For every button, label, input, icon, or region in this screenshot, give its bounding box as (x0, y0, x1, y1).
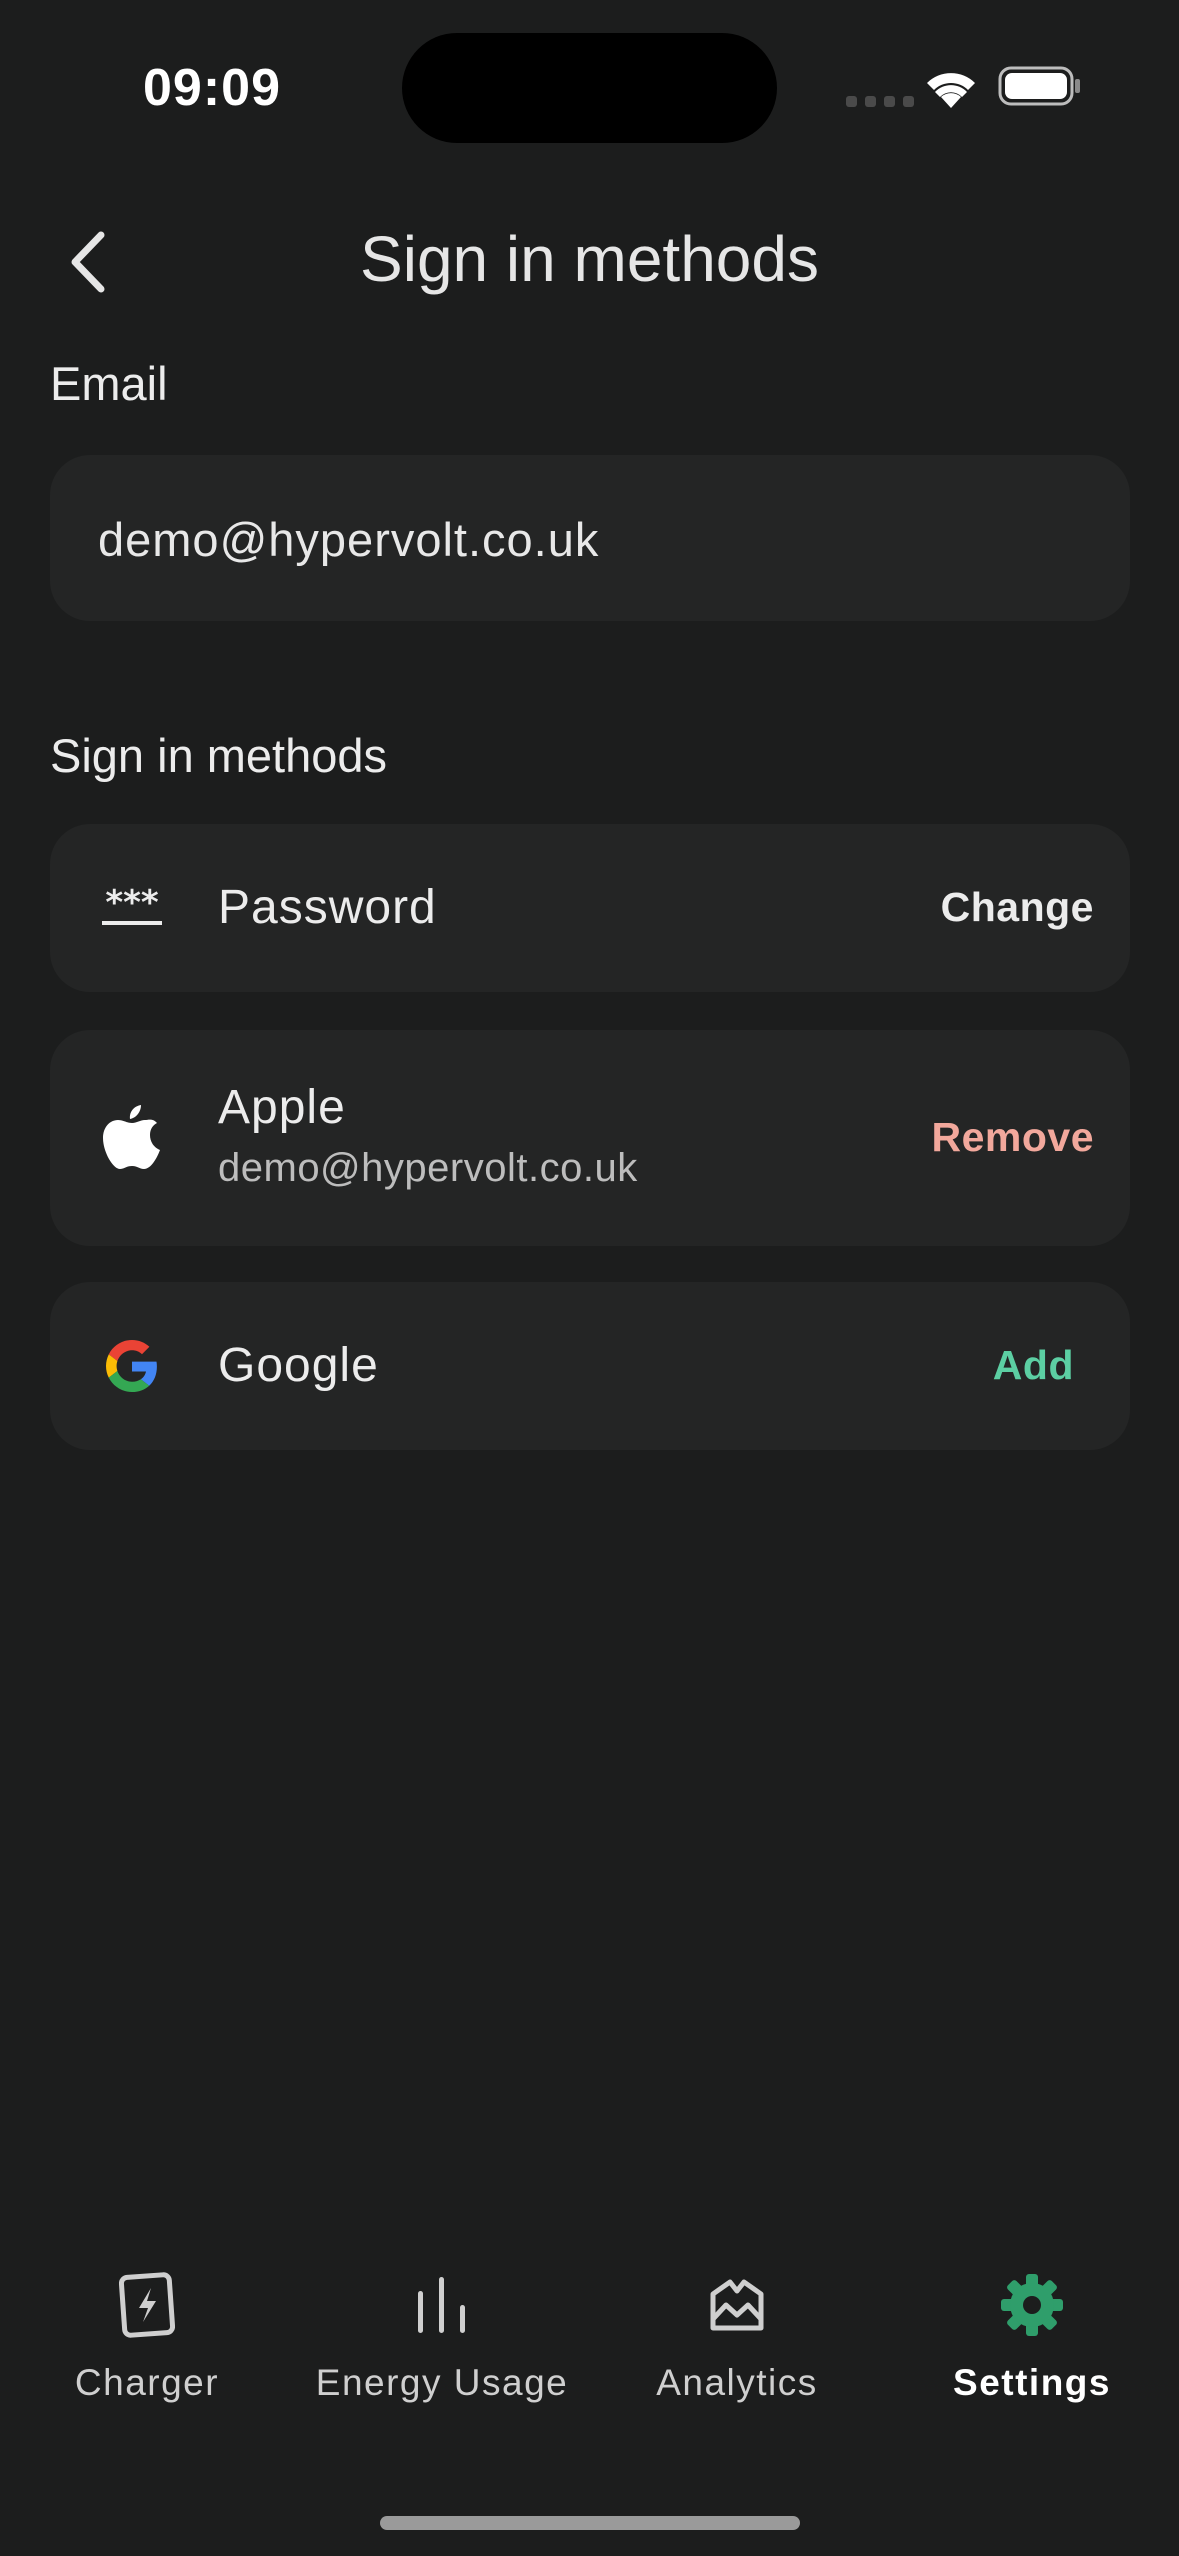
apple-logo-icon (100, 1104, 164, 1169)
battery-icon (998, 66, 1080, 106)
page-title: Sign in methods (360, 223, 819, 295)
tab-energy-usage-label: Energy Usage (315, 2362, 569, 2403)
analytics-icon (702, 2270, 772, 2340)
change-password-button[interactable]: Change (941, 884, 1094, 931)
password-label: Password (218, 881, 437, 934)
status-time: 09:09 (143, 59, 281, 117)
password-asterisks-icon: *** (100, 876, 164, 940)
cellular-signal-icon (846, 96, 914, 107)
settings-gear-icon (997, 2270, 1067, 2340)
tab-analytics-label: Analytics (656, 2362, 818, 2403)
home-indicator (380, 2516, 800, 2530)
remove-apple-button[interactable]: Remove (931, 1114, 1094, 1161)
svg-text:***: *** (105, 888, 159, 923)
apple-account-email: demo@hypervolt.co.uk (218, 1146, 638, 1190)
sign-in-methods-section-label: Sign in methods (50, 729, 388, 782)
email-field: demo@hypervolt.co.uk (50, 455, 1130, 621)
tab-settings-label: Settings (953, 2362, 1111, 2403)
dynamic-island (402, 33, 777, 143)
google-label: Google (218, 1339, 379, 1392)
charger-icon (112, 2270, 182, 2340)
email-section-label: Email (50, 357, 168, 410)
google-method-row: Google Add (50, 1282, 1130, 1450)
energy-usage-bars-icon (407, 2270, 477, 2340)
password-method-row: *** Password Change (50, 824, 1130, 992)
google-logo-icon (100, 1334, 164, 1398)
email-value: demo@hypervolt.co.uk (98, 513, 600, 566)
add-google-button[interactable]: Add (993, 1342, 1074, 1389)
tab-charger-label: Charger (74, 2362, 220, 2403)
wifi-icon (927, 73, 975, 108)
apple-label: Apple (218, 1081, 346, 1134)
tab-energy-usage[interactable]: Energy Usage (316, 2270, 567, 2404)
tab-analytics[interactable]: Analytics (617, 2270, 857, 2404)
apple-method-row: Apple demo@hypervolt.co.uk Remove (50, 1030, 1130, 1246)
tab-settings[interactable]: Settings (912, 2270, 1152, 2404)
tab-charger[interactable]: Charger (27, 2270, 267, 2404)
